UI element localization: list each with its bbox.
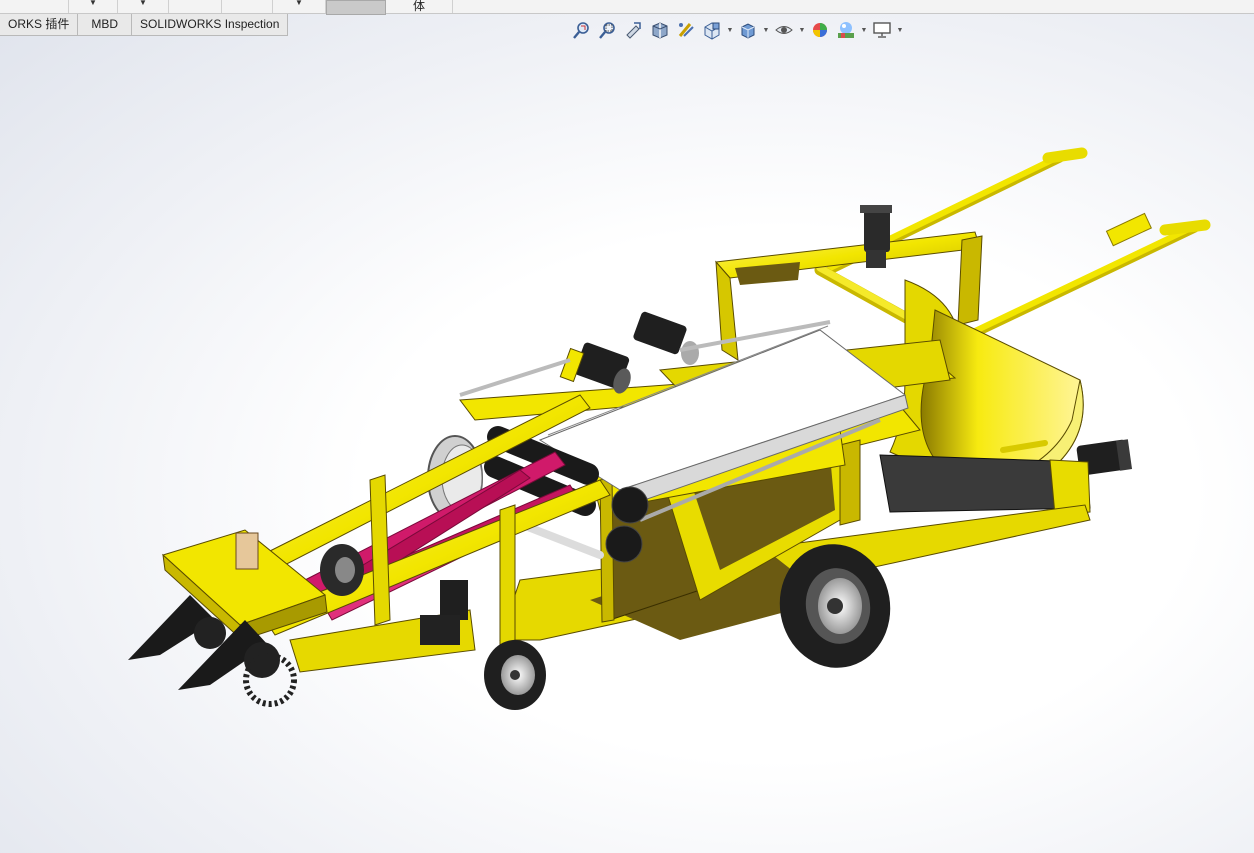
graphics-area[interactable] (0, 36, 1254, 853)
chevron-down-icon[interactable]: ▼ (798, 27, 806, 34)
tab-solidworks-inspection[interactable]: SOLIDWORKS Inspection (132, 14, 289, 36)
toolbar-dropdown[interactable]: ▼ (118, 0, 169, 13)
chevron-down-icon[interactable]: ▼ (896, 27, 904, 34)
tab-mbd[interactable]: MBD (78, 14, 133, 36)
tab-label: MBD (91, 17, 119, 31)
toolbar-dropdown[interactable]: ▼ (69, 0, 118, 13)
chevron-down-icon: ▼ (139, 0, 147, 7)
chevron-down-icon[interactable]: ▼ (762, 27, 770, 34)
chevron-down-icon: ▼ (89, 0, 97, 7)
toolbar-selected-cell[interactable] (326, 0, 386, 15)
toolbar-dropdown[interactable]: ▼ (273, 0, 326, 13)
toolbar-cell[interactable] (0, 0, 69, 13)
command-manager-tabs: ORKS 插件 MBD SOLIDWORKS Inspection (0, 14, 289, 36)
top-toolbar-strip: ▼ ▼ ▼ 体 (0, 0, 1254, 15)
tab-label: SOLIDWORKS Inspection (140, 17, 280, 31)
toolbar-partial-label: 体 (412, 0, 425, 13)
toolbar-tab-partial[interactable]: 体 (386, 0, 453, 13)
tab-label: ORKS 插件 (8, 17, 70, 31)
tab-add-ins[interactable]: ORKS 插件 (0, 14, 79, 36)
harvester-model[interactable] (128, 147, 1211, 710)
chevron-down-icon[interactable]: ▼ (860, 27, 868, 34)
front-wheel (484, 640, 546, 710)
toolbar-cell[interactable] (169, 0, 222, 13)
toolbar-cell[interactable] (222, 0, 273, 13)
chevron-down-icon: ▼ (295, 0, 303, 7)
mid-wheel (320, 544, 364, 596)
base-rails (879, 454, 1091, 516)
chevron-down-icon[interactable]: ▼ (726, 27, 734, 34)
